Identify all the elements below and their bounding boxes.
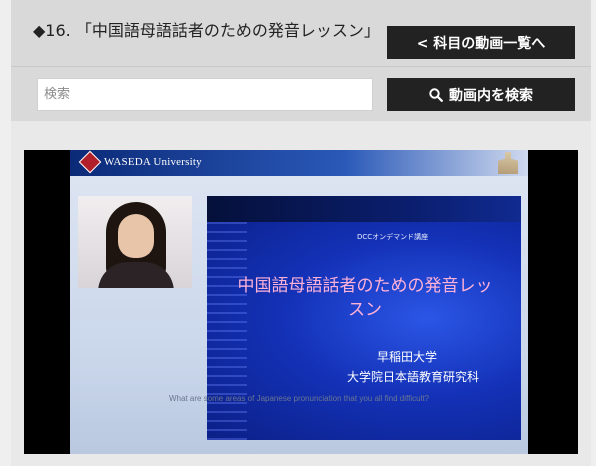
search-in-video-button[interactable]: 動画内を検索: [387, 78, 575, 111]
search-icon: [429, 87, 443, 102]
slide-header-bar: WASEDA University: [70, 150, 528, 176]
course-tag: DCCオンデマンド講座: [357, 233, 429, 241]
page-header: ◆16. 「中国語母語話者のための発音レッスン」 < 科目の動画一覧へ: [11, 0, 591, 66]
lesson-title: 中国語母語話者のための発音レッスン: [237, 276, 493, 320]
university-name: 早稲田大学: [377, 350, 438, 364]
search-bar: 動画内を検索: [11, 66, 591, 121]
back-to-video-list-button[interactable]: < 科目の動画一覧へ: [387, 26, 575, 59]
page-title: ◆16. 「中国語母語話者のための発音レッスン」: [33, 21, 380, 40]
waseda-logo-icon: [78, 150, 102, 174]
video-frame: WASEDA University DCCオンデマンド講座 中国語母語話者のため…: [70, 150, 528, 454]
search-input[interactable]: [37, 78, 373, 111]
clock-tower-icon: [498, 152, 518, 174]
search-button-label: 動画内を検索: [449, 87, 533, 104]
video-caption: What are some areas of Japanese pronunci…: [168, 394, 429, 403]
lecture-slide: DCCオンデマンド講座 中国語母語話者のための発音レッスン 早稲田大学 大学院日…: [207, 196, 521, 440]
back-button-label: < 科目の動画一覧へ: [416, 35, 546, 52]
slide-university-header: WASEDA University: [104, 156, 202, 168]
department-name: 大学院日本語教育研究科: [347, 370, 480, 384]
presenter-webcam: [78, 196, 192, 288]
video-player[interactable]: WASEDA University DCCオンデマンド講座 中国語母語話者のため…: [24, 150, 578, 454]
